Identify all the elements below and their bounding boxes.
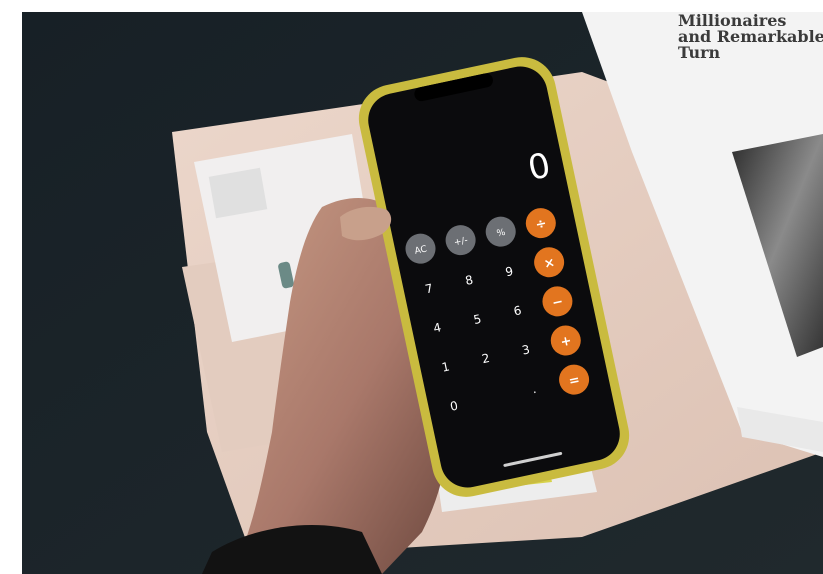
paper-left-figure [208, 167, 268, 219]
document-heading-3: Turn [678, 43, 721, 62]
photo: Millionaires and Remarkable Turn 0 AC +/… [22, 12, 823, 574]
